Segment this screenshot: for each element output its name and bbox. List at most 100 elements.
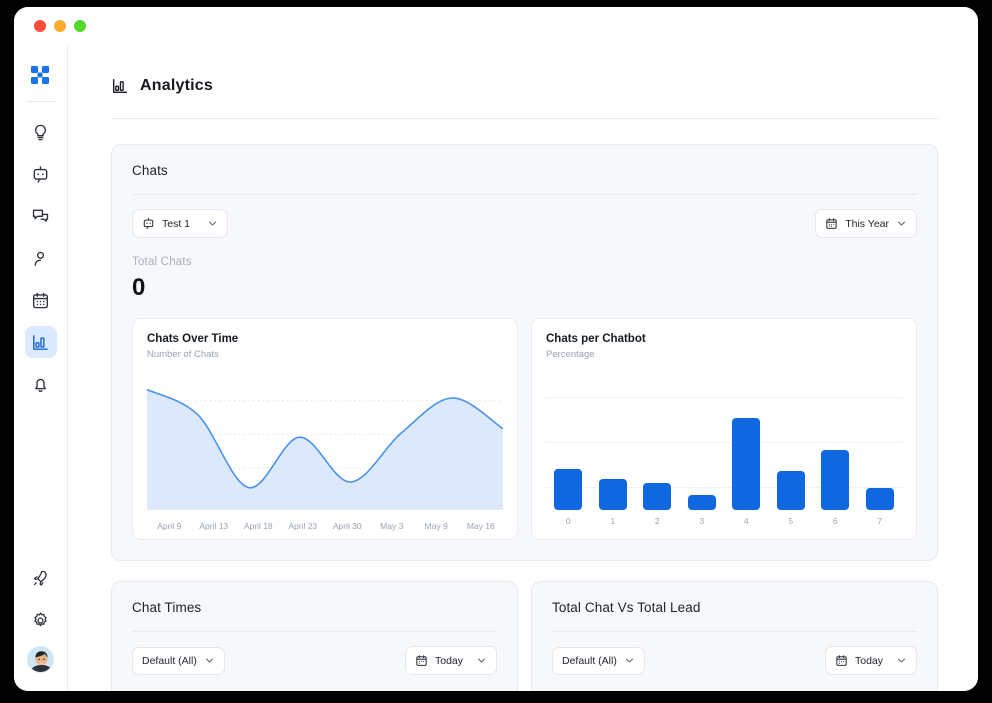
app-logo[interactable]	[25, 59, 57, 91]
chat-times-divider	[132, 631, 497, 632]
bar-plot	[546, 370, 902, 510]
app-window: Analytics Chats Test 1 This Year Total C…	[14, 7, 978, 691]
calendar-icon	[415, 654, 428, 667]
chevron-down-icon	[896, 218, 907, 229]
area-chart-svg	[147, 370, 503, 511]
window-minimize-button[interactable]	[54, 20, 66, 32]
grid-logo-icon	[31, 65, 49, 84]
page-header: Analytics	[68, 45, 978, 95]
window-close-button[interactable]	[34, 20, 46, 32]
bar[interactable]	[776, 470, 805, 510]
total-chat-vs-lead-filter-select[interactable]: Default (All)	[552, 646, 645, 675]
robot-icon	[33, 165, 48, 183]
chats-per-chatbot-panel: Chats per Chatbot Percentage 0 1 2 3 4 5 6 7	[531, 318, 917, 540]
chats-card: Chats Test 1 This Year Total Chats 0 Cha…	[111, 144, 938, 561]
chart-subtitle: Number of Chats	[147, 349, 219, 360]
sidebar-item-settings[interactable]	[25, 604, 57, 636]
chevron-down-icon	[896, 655, 907, 666]
titlebar	[14, 7, 978, 45]
chart-subtitle: Percentage	[546, 349, 595, 360]
sidebar-item-insights[interactable]	[25, 116, 57, 148]
chevron-down-icon	[207, 218, 218, 229]
chat-times-date-value: Today	[435, 654, 464, 667]
total-chat-vs-lead-date-value: Today	[855, 654, 884, 667]
bar-chart-icon	[113, 79, 127, 93]
bar-slot	[724, 370, 769, 510]
date-range-select[interactable]: This Year	[815, 209, 917, 238]
sidebar-divider	[25, 101, 56, 102]
rocket-icon	[33, 570, 47, 586]
total-chat-vs-lead-date-select[interactable]: Today	[825, 646, 917, 675]
sidebar	[14, 45, 68, 691]
sidebar-item-upgrade[interactable]	[25, 562, 57, 594]
total-chat-vs-lead-filter-value: Default (All)	[562, 654, 617, 667]
x-tick-label: 5	[788, 516, 794, 526]
bar-slot	[858, 370, 903, 510]
x-tick-label: April 18	[243, 521, 273, 531]
bar[interactable]	[554, 469, 583, 510]
sidebar-item-notifications[interactable]	[25, 368, 57, 400]
sidebar-item-calendar[interactable]	[25, 284, 57, 316]
page-title: Analytics	[140, 77, 213, 94]
chatbot-select[interactable]: Test 1	[132, 209, 228, 238]
chart-title: Chats Over Time	[147, 333, 239, 345]
x-tick-label: 4	[743, 516, 749, 526]
chat-times-filter-select[interactable]: Default (All)	[132, 646, 225, 675]
x-tick-label: 6	[832, 516, 838, 526]
calendar-icon	[33, 292, 48, 308]
chats-over-time-panel: Chats Over Time Number of Chats April 9 A…	[132, 318, 518, 540]
chart-title: Chats per Chatbot	[546, 333, 646, 345]
bar[interactable]	[732, 417, 761, 510]
bar[interactable]	[865, 487, 894, 510]
main-content: Analytics Chats Test 1 This Year Total C…	[68, 45, 978, 691]
total-chats-label: Total Chats	[132, 256, 192, 268]
chevron-down-icon	[204, 655, 215, 666]
sidebar-item-contacts[interactable]	[25, 242, 57, 274]
bar[interactable]	[821, 449, 850, 510]
x-tick-label: May 16	[466, 521, 495, 531]
bar-chart-x-axis: 0 1 2 3 4 5 6 7	[546, 516, 902, 526]
bar[interactable]	[643, 483, 672, 510]
x-tick-label: April 23	[288, 521, 318, 531]
chats-card-controls: Test 1 This Year	[132, 209, 917, 238]
avatar[interactable]	[27, 646, 54, 673]
area-chart-x-axis: April 9 April 13 April 18 April 23 April 30 M…	[147, 521, 503, 531]
chatbot-select-value: Test 1	[162, 217, 191, 230]
chevron-down-icon	[624, 655, 635, 666]
x-tick-label: April 9	[157, 521, 182, 531]
total-chat-vs-lead-controls: Default (All) Today	[552, 646, 917, 675]
chat-bubbles-icon	[32, 209, 49, 222]
calendar-icon	[825, 217, 838, 230]
gear-icon	[34, 611, 47, 626]
x-tick-label: May 9	[424, 521, 448, 531]
sidebar-item-chats[interactable]	[25, 200, 57, 232]
bar[interactable]	[598, 479, 627, 510]
user-icon	[34, 251, 45, 266]
bar[interactable]	[687, 494, 716, 510]
bar-series	[546, 370, 902, 510]
window-maximize-button[interactable]	[74, 20, 86, 32]
total-chat-vs-lead-card: Total Chat Vs Total Lead Default (All) T…	[531, 581, 938, 691]
bar-slot	[591, 370, 636, 510]
sidebar-item-chatbots[interactable]	[25, 158, 57, 190]
total-chat-vs-lead-title: Total Chat Vs Total Lead	[552, 600, 701, 615]
sidebar-item-analytics[interactable]	[24, 326, 57, 358]
chevron-down-icon	[476, 655, 487, 666]
x-tick-label: 7	[877, 516, 883, 526]
bottom-cards-row: Chat Times Default (All) Today Total Cha…	[111, 581, 938, 691]
chats-card-title: Chats	[132, 163, 168, 178]
area-plot	[147, 370, 503, 515]
x-tick-label: 0	[565, 516, 571, 526]
lightbulb-icon	[35, 124, 46, 140]
dashboard-content: Chats Test 1 This Year Total Chats 0 Cha…	[68, 119, 978, 691]
bar-slot	[635, 370, 680, 510]
charts-row: Chats Over Time Number of Chats April 9 A…	[132, 318, 917, 540]
date-range-select-value: This Year	[845, 217, 889, 230]
chat-times-date-select[interactable]: Today	[405, 646, 497, 675]
chats-card-divider	[132, 194, 917, 195]
bar-slot	[813, 370, 858, 510]
total-chat-vs-lead-divider	[552, 631, 917, 632]
chat-times-title: Chat Times	[132, 600, 202, 615]
bar-slot	[769, 370, 814, 510]
bar-slot	[680, 370, 725, 510]
